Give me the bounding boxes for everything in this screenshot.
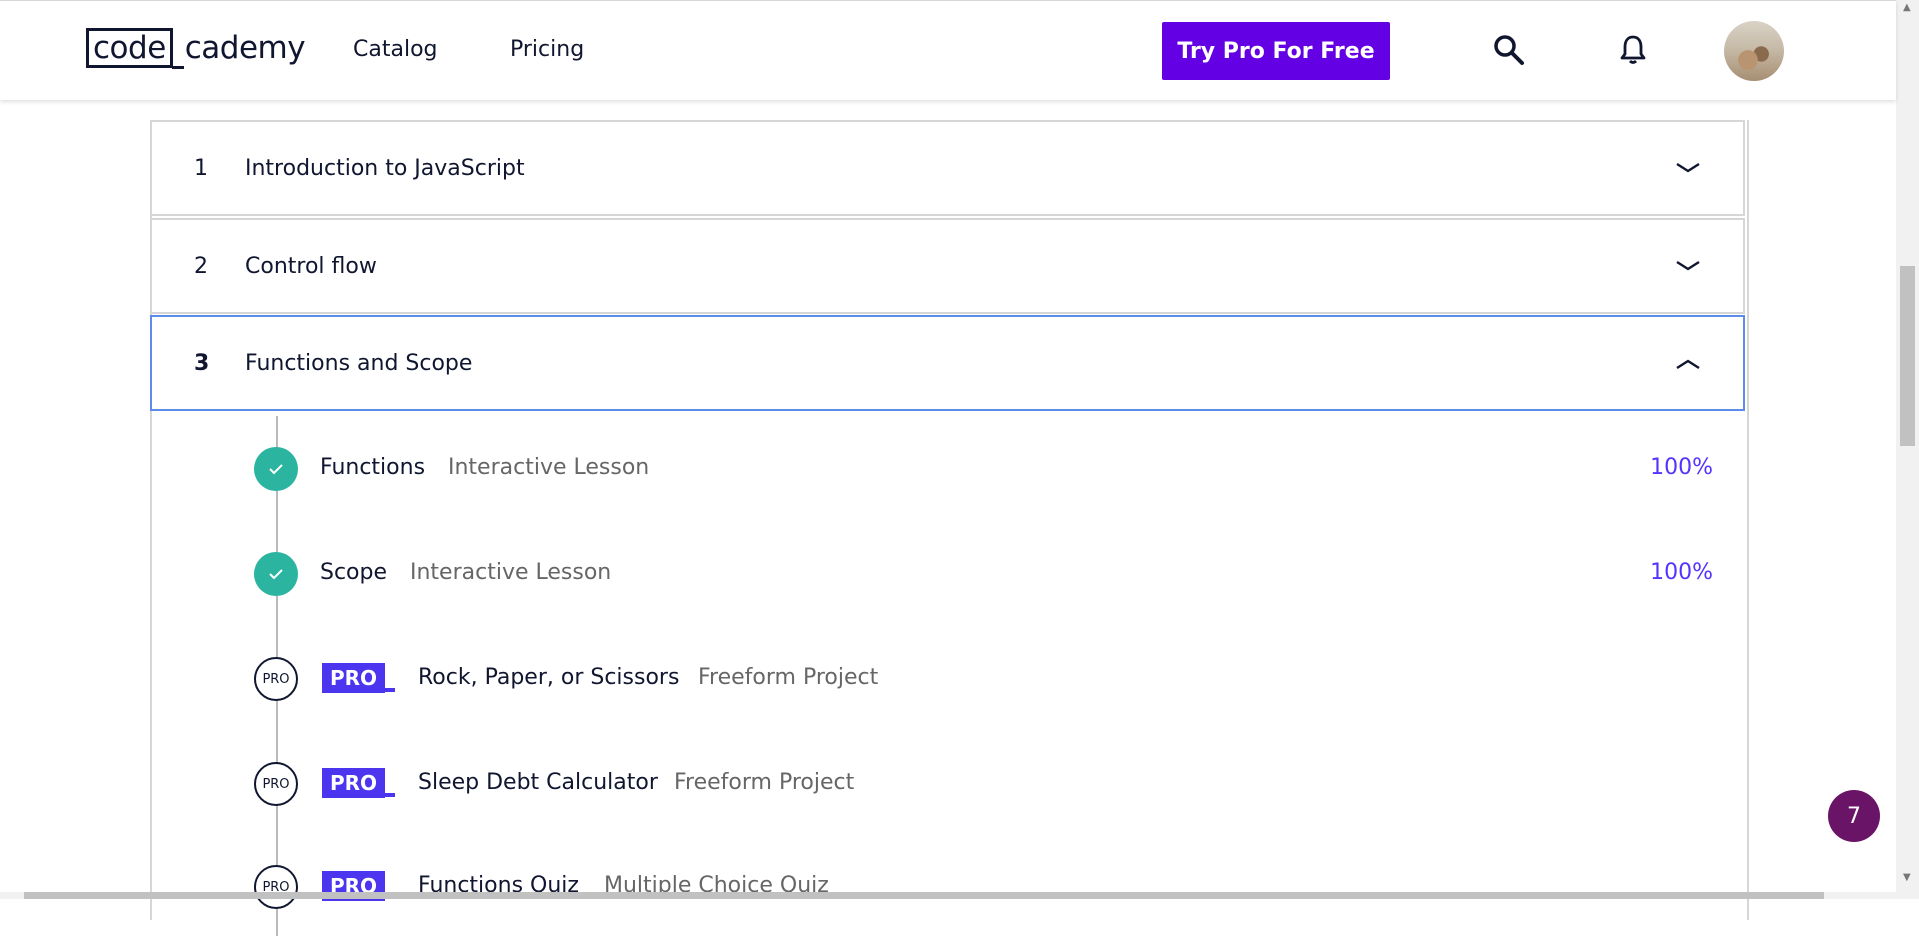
horizontal-scroll-thumb[interactable] xyxy=(24,892,1824,899)
lesson-item[interactable]: Scope Interactive Lesson 100% xyxy=(152,545,1747,605)
search-icon[interactable] xyxy=(1492,33,1526,67)
bell-icon[interactable] xyxy=(1616,33,1650,67)
module-3-header[interactable]: 3 Functions and Scope xyxy=(150,315,1745,411)
lesson-title: Functions xyxy=(320,455,426,480)
check-icon xyxy=(254,447,298,491)
vertical-scroll-thumb[interactable] xyxy=(1900,266,1915,446)
lesson-item[interactable]: PRO PRO Rock, Paper, or Scissors Freefor… xyxy=(152,650,1747,710)
chevron-down-icon xyxy=(1676,260,1700,271)
vertical-scrollbar[interactable]: ▲ ▼ xyxy=(1896,0,1919,899)
lesson-type: Interactive Lesson xyxy=(410,560,612,585)
module-title: Functions and Scope xyxy=(245,351,473,376)
chevron-down-icon xyxy=(1676,162,1700,173)
help-chat-badge[interactable]: 7 xyxy=(1828,790,1880,842)
top-nav-bar: code cademy Catalog Pricing Try Pro For … xyxy=(0,0,1896,100)
pro-lock-icon: PRO xyxy=(254,762,298,806)
module-number: 1 xyxy=(194,156,208,181)
chevron-up-icon xyxy=(1676,359,1700,370)
scroll-up-arrow-icon[interactable]: ▲ xyxy=(1903,2,1911,13)
lesson-progress: 100% xyxy=(1650,455,1713,480)
nav-catalog-link[interactable]: Catalog xyxy=(353,37,438,62)
lesson-title: Rock, Paper, or Scissors xyxy=(418,665,680,690)
module-title: Introduction to JavaScript xyxy=(245,156,525,181)
lesson-type: Freeform Project xyxy=(698,665,879,690)
pro-badge-underline xyxy=(382,793,395,797)
lesson-title: Scope xyxy=(320,560,388,585)
syllabus-accordion: 1 Introduction to JavaScript 2 Control f… xyxy=(150,120,1749,936)
pro-badge-underline xyxy=(382,688,395,692)
lesson-title: Sleep Debt Calculator xyxy=(418,770,658,795)
logo-code: code xyxy=(86,28,184,69)
logo-cademy: cademy xyxy=(184,30,306,66)
pro-lock-icon: PRO xyxy=(254,865,298,909)
lesson-item[interactable]: PRO PRO Sleep Debt Calculator Freeform P… xyxy=(152,755,1747,815)
pro-badge: PRO xyxy=(322,768,386,798)
horizontal-scrollbar[interactable] xyxy=(0,892,1896,899)
module-title: Control flow xyxy=(245,254,377,279)
scroll-down-arrow-icon[interactable]: ▼ xyxy=(1903,872,1911,883)
lesson-progress: 100% xyxy=(1650,560,1713,585)
module-number: 2 xyxy=(194,254,208,279)
lesson-type: Interactive Lesson xyxy=(448,455,650,480)
try-pro-button[interactable]: Try Pro For Free xyxy=(1162,22,1390,80)
check-icon xyxy=(254,552,298,596)
lesson-item[interactable]: PRO PRO Functions Quiz Multiple Choice Q… xyxy=(152,858,1747,918)
user-avatar[interactable] xyxy=(1724,21,1784,81)
module-1-header[interactable]: 1 Introduction to JavaScript xyxy=(150,120,1745,216)
module-number: 3 xyxy=(194,351,210,376)
lesson-item[interactable]: Functions Interactive Lesson 100% xyxy=(152,440,1747,500)
lesson-type: Freeform Project xyxy=(674,770,855,795)
nav-pricing-link[interactable]: Pricing xyxy=(510,37,584,62)
pro-lock-icon: PRO xyxy=(254,657,298,701)
module-2-header[interactable]: 2 Control flow xyxy=(150,218,1745,314)
codecademy-logo[interactable]: code cademy xyxy=(86,28,306,69)
pro-badge: PRO xyxy=(322,663,386,693)
